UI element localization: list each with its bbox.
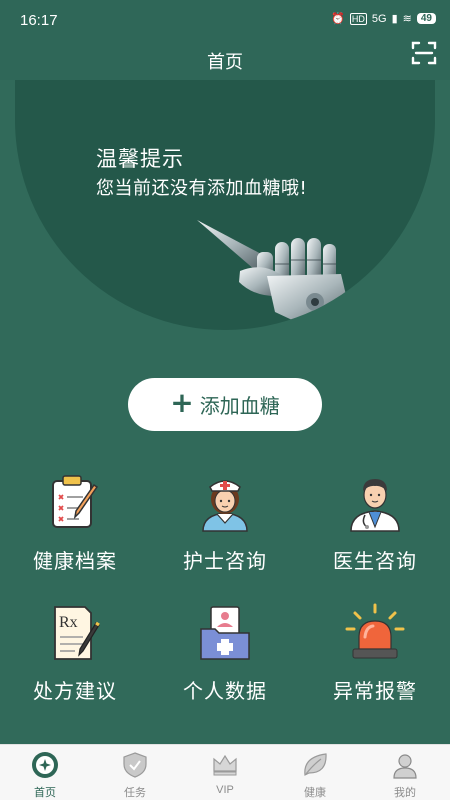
tab-label: 健康	[304, 787, 326, 799]
robot-hand-illustration	[197, 220, 351, 326]
tab-mine[interactable]: 我的	[360, 745, 450, 800]
tab-label: 我的	[394, 787, 416, 799]
tab-vip[interactable]: VIP	[180, 745, 270, 800]
signal-bars-icon: ▮	[391, 13, 398, 25]
tip-message: 您当前还没有添加血糖哦!	[96, 178, 308, 199]
plus-icon: +	[170, 386, 194, 419]
wifi-icon: ≋	[402, 13, 412, 25]
nurse-icon	[202, 480, 248, 532]
header: 首页	[0, 40, 450, 80]
tab-label: 任务	[124, 787, 146, 799]
shield-icon	[123, 752, 147, 778]
hero-banner: 温馨提示 您当前还没有添加血糖哦!	[15, 80, 435, 330]
tab-health[interactable]: 健康	[270, 745, 360, 800]
tab-task[interactable]: 任务	[90, 745, 180, 800]
alarm-icon	[345, 603, 405, 659]
tab-home[interactable]: 首页	[0, 745, 90, 800]
doctor-icon	[350, 479, 400, 532]
page-title: 首页	[207, 52, 243, 73]
personal-data-icon	[200, 606, 250, 660]
clipboard-icon	[52, 475, 99, 528]
grid-label: 医生咨询	[333, 549, 417, 573]
profile-icon	[393, 754, 417, 779]
alarm-clock-icon: ⏰	[331, 13, 345, 25]
grid-item-prescription[interactable]: Rx 处方建议	[0, 603, 150, 713]
svg-text:Rx: Rx	[59, 614, 78, 631]
grid-label: 异常报警	[333, 679, 417, 703]
crown-icon	[213, 754, 237, 776]
status-icons: ⏰ HD 5G ▮ ≋ 49	[331, 12, 436, 25]
add-blood-sugar-button[interactable]: + 添加血糖	[128, 378, 322, 431]
grid-item-nurse-consult[interactable]: 护士咨询	[150, 473, 300, 583]
hd-badge: HD	[349, 12, 367, 25]
add-blood-sugar-label: 添加血糖	[199, 394, 280, 418]
status-time: 16:17	[20, 12, 58, 29]
leaf-icon	[304, 753, 327, 776]
scan-icon[interactable]	[411, 40, 437, 66]
status-bar: 16:17 ⏰ HD 5G ▮ ≋ 49	[0, 0, 450, 40]
grid-label: 护士咨询	[183, 549, 267, 573]
grid-item-doctor-consult[interactable]: 医生咨询	[300, 473, 450, 583]
signal-label: 5G	[371, 12, 387, 25]
tab-label: VIP	[216, 784, 234, 796]
home-icon	[32, 752, 58, 778]
tab-bar: 首页 任务 VIP 健康 我的	[0, 744, 450, 800]
grid-item-personal-data[interactable]: 个人数据	[150, 603, 300, 713]
tab-label: 首页	[34, 787, 56, 799]
prescription-icon: Rx	[54, 606, 100, 660]
grid-label: 个人数据	[183, 679, 267, 703]
battery-icon: 49	[416, 13, 436, 24]
grid-item-health-record[interactable]: 健康档案	[0, 473, 150, 583]
tip-title: 温馨提示	[96, 147, 184, 171]
grid-label: 处方建议	[33, 679, 117, 703]
grid-label: 健康档案	[33, 549, 117, 573]
grid-item-alarm[interactable]: 异常报警	[300, 603, 450, 713]
